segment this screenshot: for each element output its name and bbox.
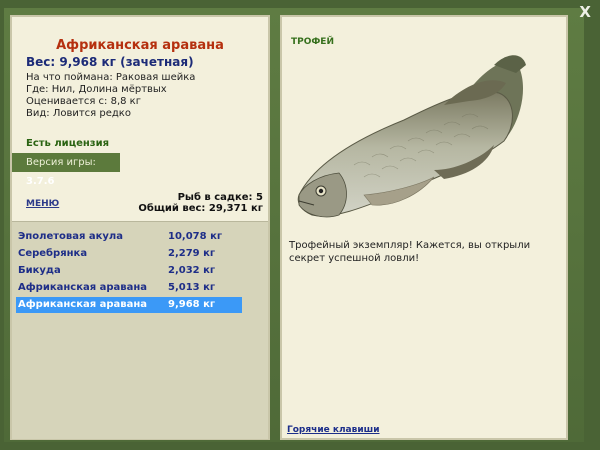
fish-kind: Вид: Ловится редко	[26, 108, 131, 119]
catch-name: Серебрянка	[18, 248, 88, 259]
trophy-message: Трофейный экземпляр! Кажется, вы открыли…	[289, 240, 531, 264]
close-button[interactable]: X	[579, 5, 591, 20]
game-version: Версия игры: 3.7.6	[12, 153, 120, 187]
catch-weight: 2,279 кг	[168, 248, 216, 259]
trophy-panel: ТРОФЕЙ Трофейный экземпляр! Кажется, вы …	[280, 15, 568, 440]
fish-details: На что поймана: Раковая шейка Где: Нил, …	[26, 72, 195, 120]
catch-weight: 2,032 кг	[168, 265, 216, 276]
version-label: Версия игры:	[26, 157, 96, 168]
fish-bait: На что поймана: Раковая шейка	[26, 72, 196, 83]
catch-weight: 10,078 кг	[168, 231, 223, 242]
catch-info-panel: Африканская аравана Вес: 9,968 кг (зачет…	[10, 15, 270, 440]
fish-title: Африканская аравана	[56, 38, 224, 53]
list-item[interactable]: Эполетовая акула 10,078 кг	[16, 229, 242, 245]
fish-weight: Вес: 9,968 кг (зачетная)	[26, 55, 194, 69]
cage-total-weight: Общий вес: 29,371 кг	[138, 203, 263, 214]
catch-weight: 5,013 кг	[168, 282, 216, 293]
list-item-selected[interactable]: Африканская аравана 9,968 кг	[16, 297, 242, 313]
list-item[interactable]: Серебрянка 2,279 кг	[16, 246, 242, 262]
catch-name: Бикуда	[18, 265, 61, 276]
catch-name: Эполетовая акула	[18, 231, 123, 242]
fish-location: Где: Нил, Долина мёртвых	[26, 84, 167, 95]
cage-stats: Рыб в садке: 5 Общий вес: 29,371 кг	[138, 192, 263, 214]
version-number: 3.7.6	[26, 176, 55, 187]
license-status: Есть лицензия	[26, 138, 110, 149]
cage-count: Рыб в садке: 5	[177, 192, 263, 203]
menu-button[interactable]: меню	[26, 199, 59, 209]
catch-name: Африканская аравана	[18, 282, 148, 293]
hotkeys-link[interactable]: Горячие клавиши	[287, 425, 380, 435]
catch-list: Эполетовая акула 10,078 кг Серебрянка 2,…	[12, 221, 268, 439]
catch-name: Африканская аравана	[18, 299, 148, 310]
list-item[interactable]: Бикуда 2,032 кг	[16, 263, 242, 279]
arowana-fish-image	[297, 55, 526, 218]
fish-value: Оценивается с: 8,8 кг	[26, 96, 141, 107]
catch-weight: 9,968 кг	[168, 299, 216, 310]
list-item[interactable]: Африканская аравана 5,013 кг	[16, 280, 242, 296]
